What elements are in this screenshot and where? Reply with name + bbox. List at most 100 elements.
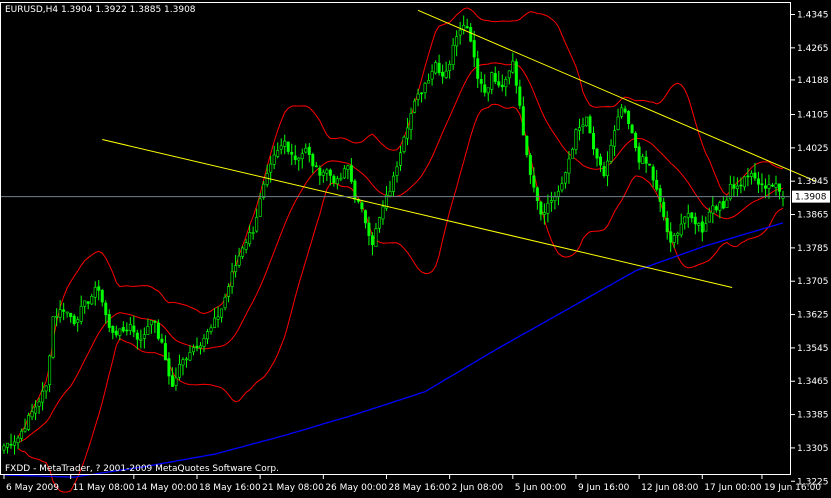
candle-body (342, 168, 346, 179)
candle-body (521, 106, 525, 136)
price-axis[interactable]: 1.4345 1.4265 1.4188 1.4105 1.4025 1.3945 1.38… (791, 11, 830, 488)
candle-body (13, 441, 17, 446)
candle-body (434, 62, 438, 74)
candle-body (721, 201, 725, 209)
candle-body (644, 156, 648, 164)
candle-body (290, 152, 294, 155)
candle-body (735, 185, 739, 189)
candle-body (662, 201, 666, 217)
candle-body (9, 444, 13, 446)
candle-body (65, 311, 69, 314)
candle-body (167, 358, 171, 377)
candle-body (27, 414, 31, 430)
candle-body (206, 331, 210, 340)
candle (72, 314, 76, 326)
candle (51, 316, 55, 359)
candle-body (62, 309, 66, 312)
candle-body (500, 84, 504, 88)
candle-body (686, 213, 690, 218)
candle-body (307, 146, 311, 156)
candle-body (58, 309, 62, 318)
candle-body (114, 330, 118, 336)
candle-body (606, 160, 610, 177)
price-tick-label: 1.3705 (797, 277, 829, 287)
candle (434, 60, 438, 75)
price-tick-label: 1.3785 (797, 244, 829, 254)
candle-body (539, 201, 543, 215)
candle-body (370, 235, 374, 246)
candle-body (592, 132, 596, 150)
chart-window[interactable]: 1.4345 1.4265 1.4188 1.4105 1.4025 1.3945 1.38… (0, 0, 831, 494)
candle-body (360, 202, 364, 210)
candle-body (535, 187, 539, 202)
candle-body (655, 179, 659, 190)
candle-body (693, 216, 697, 225)
price-tick-label: 1.3865 (797, 211, 829, 221)
candle-body (388, 191, 392, 197)
candle-body (518, 86, 522, 106)
candle-body (269, 163, 273, 173)
candle-body (328, 169, 332, 176)
candle-body (497, 81, 501, 86)
candle-body (227, 286, 231, 297)
candle-body (599, 156, 603, 166)
candle-body (563, 172, 567, 184)
copyright-text: FXDD - MetaTrader, ? 2001-2009 MetaQuote… (5, 464, 279, 474)
candle-body (128, 324, 132, 331)
price-tick-label: 1.4345 (797, 11, 829, 21)
time-tick-label: 26 May 00:00 (325, 483, 387, 493)
candle-body (90, 296, 94, 305)
candle-body (6, 442, 10, 448)
candle-body (753, 172, 757, 179)
candle-body (770, 184, 774, 187)
candle-body (525, 135, 529, 156)
candle-body (79, 306, 83, 322)
candle-body (448, 63, 452, 72)
candle-body (486, 87, 490, 94)
candle-body (704, 223, 708, 232)
candle-body (732, 184, 736, 189)
candle-body (570, 148, 574, 159)
price-chart[interactable]: 1.4345 1.4265 1.4188 1.4105 1.4025 1.3945 1.38… (0, 0, 831, 494)
candle-body (153, 320, 157, 323)
candle-body (76, 319, 80, 323)
candle-body (55, 315, 59, 318)
candle-body (444, 70, 448, 79)
candle-body (209, 327, 213, 332)
candle-body (135, 332, 139, 340)
candle (402, 135, 406, 154)
candle-body (756, 178, 760, 185)
candle-body (216, 316, 220, 320)
candle-body (346, 165, 350, 171)
candle-body (335, 178, 339, 185)
candle-body (83, 300, 87, 307)
price-tick-label: 1.3945 (797, 177, 829, 187)
candle-body (391, 175, 395, 192)
candle-body (262, 183, 266, 198)
time-tick-label: 6 May 2009 (6, 483, 59, 493)
candle-body (297, 157, 301, 161)
candle-body (118, 328, 122, 336)
candle-body (163, 343, 167, 361)
candle-body (23, 428, 27, 432)
candle-body (634, 132, 638, 149)
price-tick-label: 1.4105 (797, 111, 829, 121)
candle-body (293, 155, 297, 160)
time-tick-label: 17 Jun 00:00 (704, 483, 761, 493)
candle-body (651, 166, 655, 181)
candle-body (749, 172, 753, 177)
candle-body (546, 202, 550, 214)
candle-body (427, 80, 431, 84)
candle-body (658, 188, 662, 202)
time-tick-label: 28 May 16:00 (388, 483, 450, 493)
candle-body (669, 231, 673, 243)
candle-body (423, 83, 427, 93)
candle-body (325, 169, 329, 174)
candle-body (406, 127, 410, 139)
candle-body (195, 345, 199, 349)
candle-body (514, 61, 518, 86)
candle-body (588, 116, 592, 134)
candle-body (774, 183, 778, 188)
candle-body (230, 271, 234, 287)
candle-body (156, 322, 160, 339)
